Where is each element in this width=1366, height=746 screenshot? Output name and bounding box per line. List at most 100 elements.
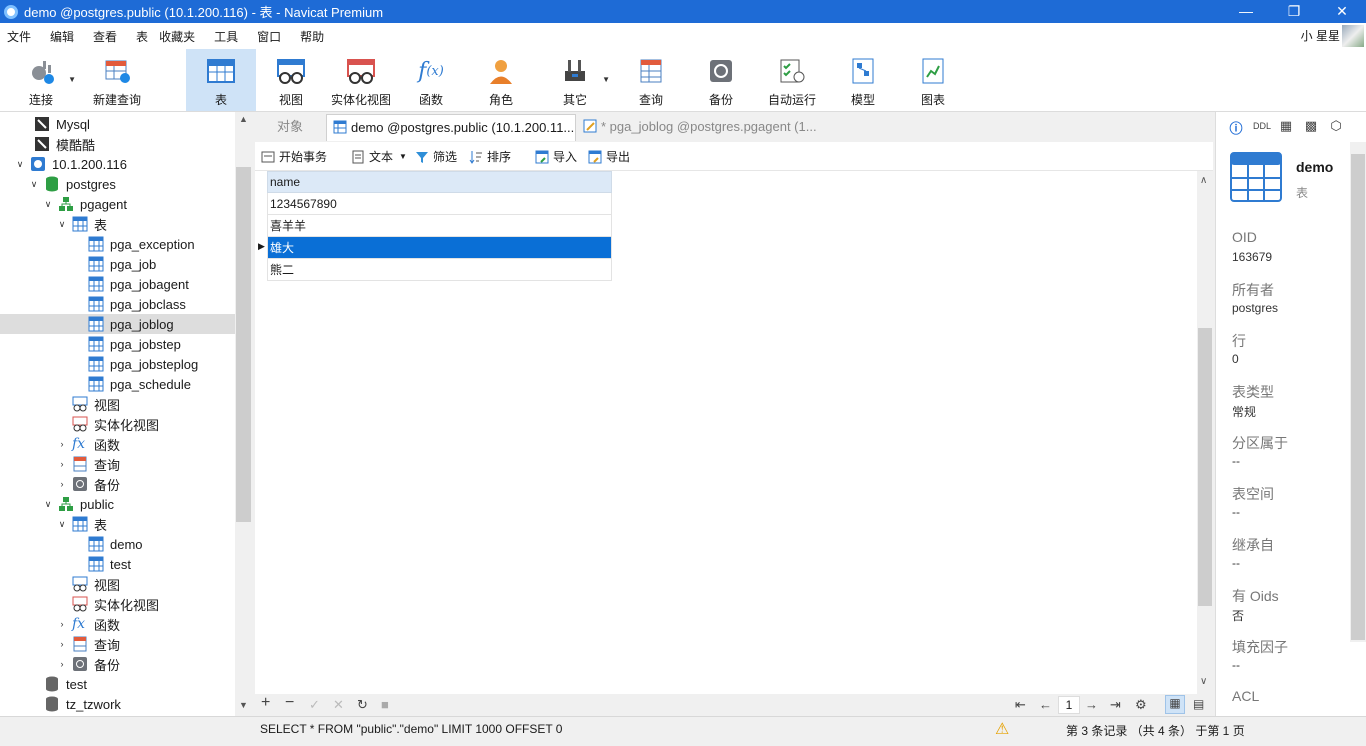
scroll-down-icon[interactable]: ∨	[1200, 676, 1207, 687]
tree-item-views[interactable]: 视图	[0, 394, 235, 414]
menu-help[interactable]: 帮助	[293, 28, 336, 45]
column-header-name[interactable]: name	[267, 171, 612, 193]
chevron-right-icon[interactable]: ›	[56, 639, 68, 649]
tree-item-schema[interactable]: ∨ pgagent	[0, 194, 235, 214]
last-page-icon[interactable]: ⇥	[1110, 697, 1121, 713]
scroll-up-icon[interactable]: ▲	[235, 114, 252, 128]
refresh-icon[interactable]: ↻	[357, 697, 368, 713]
tree-item-table[interactable]: pga_schedule	[0, 374, 235, 394]
delete-record-icon[interactable]: −	[285, 694, 294, 712]
chevron-down-icon[interactable]: ∨	[56, 519, 68, 530]
role-button[interactable]: 角色	[474, 49, 528, 111]
grid-scrollbar[interactable]: ∧ ∨	[1197, 171, 1213, 694]
scroll-up-icon[interactable]: ∧	[1200, 175, 1207, 186]
menu-file[interactable]: 文件	[0, 28, 43, 45]
chevron-right-icon[interactable]: ›	[56, 439, 68, 449]
usage-icon[interactable]: ▩	[1303, 118, 1319, 137]
tree-item-database[interactable]: ∨ postgres	[0, 174, 235, 194]
tree-scrollbar[interactable]: ▲ ▼	[235, 112, 252, 716]
chevron-down-icon[interactable]: ▼	[68, 75, 76, 84]
scroll-thumb[interactable]	[1351, 154, 1365, 640]
table-cell[interactable]: 喜羊羊	[267, 214, 612, 237]
ddl-icon[interactable]: DDL	[1253, 118, 1271, 137]
menu-favorites[interactable]: 收藏夹	[152, 28, 207, 45]
sort-button[interactable]: 排序	[469, 148, 511, 165]
tree-item-connection[interactable]: 模酷酷	[0, 134, 235, 154]
page-number-input[interactable]: 1	[1058, 696, 1080, 714]
menu-table[interactable]: 表	[129, 28, 152, 45]
menu-edit[interactable]: 编辑	[43, 28, 86, 45]
tree-item-table[interactable]: pga_jobclass	[0, 294, 235, 314]
new-query-button[interactable]: 新建查询	[88, 49, 146, 111]
tree-item-table[interactable]: test	[0, 554, 235, 574]
diagram-icon[interactable]: ▦	[1278, 118, 1294, 137]
table-cell-selected[interactable]: 雄大	[267, 236, 612, 259]
warning-icon[interactable]: ⚠	[995, 719, 1009, 739]
chevron-down-icon[interactable]: ∨	[42, 199, 54, 210]
tree-item-database[interactable]: tz_tzwork	[0, 694, 235, 714]
apply-icon[interactable]: ✓	[309, 697, 320, 713]
menu-view[interactable]: 查看	[86, 28, 129, 45]
table-cell[interactable]: 熊二	[267, 258, 612, 281]
tree-item-mysql[interactable]: Mysql	[0, 114, 235, 134]
filter-button[interactable]: 筛选	[415, 148, 457, 165]
materialized-view-button[interactable]: 实体化视图	[328, 49, 394, 111]
tree-item-table[interactable]: pga_jobagent	[0, 274, 235, 294]
text-button[interactable]: 文本 ▼	[351, 148, 407, 165]
info-icon[interactable]: ⓘ	[1228, 118, 1244, 137]
auto-run-button[interactable]: 自动运行	[764, 49, 820, 111]
tree-item-queries[interactable]: › 查询	[0, 634, 235, 654]
chevron-down-icon[interactable]: ▼	[602, 75, 610, 84]
tree-item-backups[interactable]: › 备份	[0, 654, 235, 674]
tree-item-table[interactable]: demo	[0, 534, 235, 554]
settings-gear-icon[interactable]: ⚙	[1135, 697, 1147, 713]
tree-item-materialized-views[interactable]: 实体化视图	[0, 414, 235, 434]
export-button[interactable]: 导出	[588, 148, 630, 165]
add-record-icon[interactable]: +	[261, 694, 270, 712]
table-cell[interactable]: 1234567890	[267, 192, 612, 215]
chevron-down-icon[interactable]: ▼	[399, 152, 407, 161]
tree-item-table[interactable]: pga_job	[0, 254, 235, 274]
hexagon-icon[interactable]: ⬡	[1328, 118, 1344, 137]
scroll-thumb[interactable]	[1198, 328, 1212, 606]
chevron-right-icon[interactable]: ›	[56, 619, 68, 629]
tree-item-table[interactable]: pga_jobstep	[0, 334, 235, 354]
tab-demo[interactable]: demo @postgres.public (10.1.200.11...	[326, 114, 576, 141]
tree-item-tables[interactable]: ∨ 表	[0, 514, 235, 534]
tree-item-table[interactable]: pga_exception	[0, 234, 235, 254]
info-scrollbar[interactable]	[1350, 142, 1366, 642]
tree-item-table[interactable]: pga_jobsteplog	[0, 354, 235, 374]
tree-item-views[interactable]: 视图	[0, 574, 235, 594]
tree-item-database[interactable]: test	[0, 674, 235, 694]
menu-tools[interactable]: 工具	[207, 28, 250, 45]
chevron-down-icon[interactable]: ∨	[28, 179, 40, 190]
tree-item-materialized-views[interactable]: 实体化视图	[0, 594, 235, 614]
close-icon[interactable]: ✕	[1318, 0, 1366, 23]
scroll-down-icon[interactable]: ▼	[235, 700, 252, 714]
chevron-right-icon[interactable]: ›	[56, 459, 68, 469]
previous-page-icon[interactable]: ←	[1039, 697, 1052, 712]
chevron-down-icon[interactable]: ∨	[56, 219, 68, 230]
grid-view-icon[interactable]: ▦	[1165, 695, 1185, 714]
tree-item-table-selected[interactable]: pga_joblog	[0, 314, 235, 334]
tab-pga-joblog[interactable]: * pga_joblog @postgres.pgagent (1...	[577, 114, 827, 141]
table-button[interactable]: 表	[186, 49, 256, 111]
scroll-thumb[interactable]	[236, 167, 251, 522]
chevron-down-icon[interactable]: ∨	[14, 159, 26, 170]
chevron-right-icon[interactable]: ›	[56, 479, 68, 489]
user-name[interactable]: 小 星星	[1301, 27, 1340, 44]
query-button[interactable]: 查询	[624, 49, 678, 111]
tree-item-queries[interactable]: › 查询	[0, 454, 235, 474]
tree-item-server[interactable]: ∨ 10.1.200.116	[0, 154, 235, 174]
restore-icon[interactable]: ❐	[1270, 0, 1318, 23]
tree-item-functions[interactable]: › fx 函数	[0, 434, 235, 454]
tab-objects[interactable]: 对象	[255, 114, 325, 141]
avatar[interactable]	[1342, 25, 1364, 47]
chevron-right-icon[interactable]: ›	[56, 659, 68, 669]
other-button[interactable]: 其它 ▼	[548, 49, 610, 111]
tree-item-backups[interactable]: › 备份	[0, 474, 235, 494]
stop-icon[interactable]: ■	[381, 697, 389, 712]
next-page-icon[interactable]: →	[1085, 697, 1098, 712]
begin-transaction-button[interactable]: 开始事务	[261, 148, 327, 165]
model-button[interactable]: 模型	[836, 49, 890, 111]
